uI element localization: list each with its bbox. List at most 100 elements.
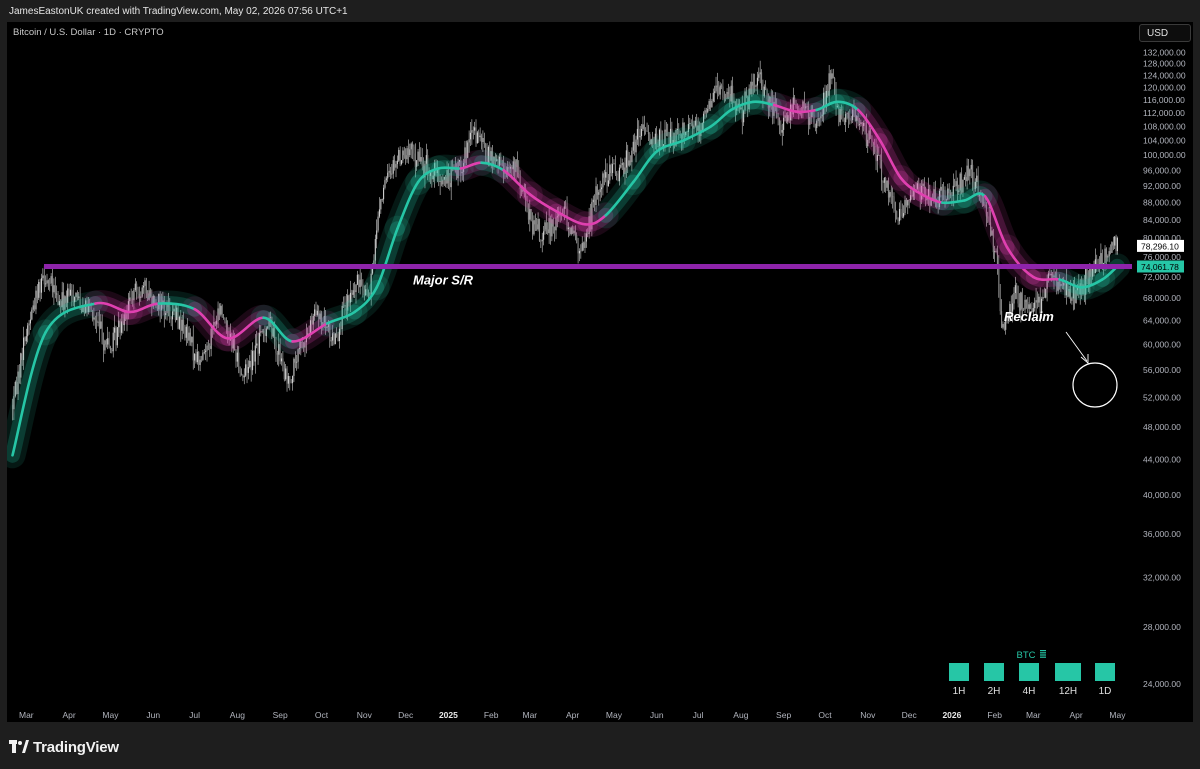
candle-body: [38, 282, 40, 298]
mtf-timeframe-label: 12H: [1059, 686, 1077, 697]
candle-body: [758, 74, 760, 78]
candle-body: [114, 327, 116, 333]
ma-line-segment: [437, 166, 463, 170]
symbol-title: Bitcoin / U.S. Dollar · 1D · CRYPTO: [13, 27, 164, 38]
x-tick-label: Apr: [566, 710, 579, 720]
candle-body: [203, 352, 205, 353]
candle-body: [183, 319, 185, 326]
x-tick-label: 2026: [942, 710, 961, 720]
candle-body: [628, 160, 630, 166]
candle-body: [36, 290, 38, 298]
candle-body: [236, 352, 238, 362]
candle-body: [718, 87, 720, 95]
x-axis: Mar Apr May Jun Jul Aug Sep Oct Nov Dec 2025 Feb Mar…: [19, 710, 1126, 720]
candle-body: [722, 86, 724, 98]
candle-body: [53, 285, 55, 293]
candle-body: [533, 220, 535, 235]
candle-body: [1111, 242, 1113, 253]
mtf-status-box: [949, 663, 969, 681]
y-tick-label: 120,000.00: [1143, 83, 1186, 93]
candle-body: [765, 86, 767, 90]
candle-body: [191, 336, 193, 343]
candle-body: [184, 325, 186, 338]
candle-body: [29, 319, 32, 324]
candle-body: [635, 139, 637, 153]
candle-body: [360, 279, 363, 285]
x-tick-label: Mar: [522, 710, 537, 720]
candle-body: [420, 157, 422, 162]
candle-body: [890, 192, 892, 197]
candle-body: [276, 353, 278, 355]
candle-body: [32, 305, 34, 310]
candle-body: [1029, 304, 1032, 309]
candle-body: [720, 85, 723, 87]
candle-body: [111, 350, 113, 352]
candle-body: [258, 332, 260, 354]
candle-body: [576, 235, 578, 243]
candle-body: [282, 358, 284, 363]
candle-body: [759, 72, 761, 75]
candle-body: [901, 211, 903, 217]
candle-body: [610, 164, 612, 174]
tradingview-logo[interactable]: TradingView: [9, 738, 119, 756]
candle-body: [239, 370, 241, 374]
tradingview-brand: TradingView: [33, 738, 119, 756]
reclaim-circle: [1072, 362, 1118, 408]
x-tick-label: Nov: [357, 710, 373, 720]
candle-body: [94, 317, 96, 321]
candle-body: [207, 345, 209, 347]
mtf-timeframe-label: 2H: [988, 686, 1001, 697]
candle-body: [602, 173, 604, 188]
candle-body: [600, 187, 603, 190]
candle-body: [97, 321, 99, 323]
candle-body: [380, 199, 382, 210]
candle-body: [47, 280, 49, 284]
candle-body: [136, 283, 138, 290]
candle-body: [903, 213, 905, 217]
candle-body: [256, 343, 258, 346]
candle-body: [483, 138, 485, 144]
candle-body: [333, 333, 335, 345]
candle-body: [388, 170, 390, 173]
candle-body: [1001, 311, 1003, 328]
candle-body: [1036, 300, 1038, 303]
candle-body: [723, 97, 725, 99]
candle-body: [625, 150, 627, 168]
candle-body: [665, 129, 667, 132]
candle-body: [704, 110, 706, 114]
y-tick-label: 88,000.00: [1143, 198, 1181, 208]
candle-body: [707, 109, 709, 113]
candle-body: [187, 326, 189, 341]
candle-body: [354, 290, 356, 293]
candle-body: [45, 283, 47, 285]
y-tick-label: 52,000.00: [1143, 393, 1181, 403]
mtf-status-box: [1019, 663, 1039, 681]
candle-body: [101, 321, 103, 345]
candle-body: [1109, 251, 1112, 253]
price-chart[interactable]: Major S/R Reclaim 132,000.00 128,000.00124…: [0, 0, 1200, 769]
candle-body: [541, 239, 543, 242]
candle-body: [403, 150, 405, 156]
candle-body: [639, 136, 641, 138]
candle-body: [394, 160, 396, 168]
candle-body: [330, 340, 332, 342]
candle-body: [199, 359, 201, 365]
mtf-title-icon: [1040, 656, 1046, 658]
candle-body: [532, 221, 534, 235]
candle-body: [242, 375, 244, 378]
candle-body: [647, 131, 649, 135]
candle-body: [482, 138, 484, 142]
candle-body: [24, 337, 26, 342]
candle-body: [595, 186, 597, 205]
candle-body: [479, 135, 481, 138]
candle-body: [629, 160, 632, 163]
candle-body: [727, 91, 729, 94]
candle-body: [478, 132, 480, 138]
candle-body: [218, 308, 220, 315]
y-tick-label: 76,000.00: [1143, 252, 1181, 262]
candle-body: [469, 132, 472, 140]
currency-button[interactable]: USD: [1139, 24, 1191, 42]
candle-body: [402, 150, 404, 161]
candle-body: [413, 146, 415, 154]
candle-body: [999, 288, 1001, 312]
